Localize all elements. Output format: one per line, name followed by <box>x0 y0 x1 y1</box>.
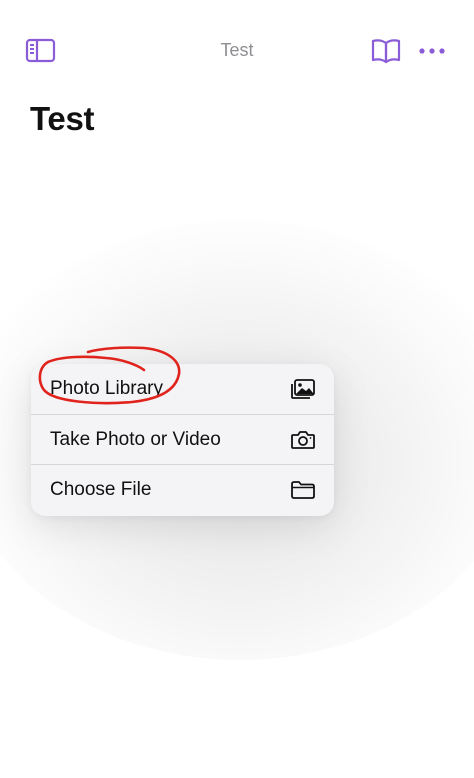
menu-item-label: Choose File <box>50 478 152 500</box>
ellipsis-icon <box>419 48 445 54</box>
menu-item-choose-file[interactable]: Choose File <box>31 464 334 514</box>
page-title: Test <box>30 100 95 137</box>
screen: Test Test Photo Library Take Photo or Vi… <box>0 0 474 778</box>
navigation-bar: Test <box>0 26 474 76</box>
more-options-button[interactable] <box>416 36 448 66</box>
menu-item-take-photo-or-video[interactable]: Take Photo or Video <box>31 414 334 464</box>
menu-item-photo-library[interactable]: Photo Library <box>31 364 334 414</box>
camera-icon <box>290 429 316 451</box>
attachment-menu: Photo Library Take Photo or Video Choose… <box>31 364 334 516</box>
menu-item-label: Photo Library <box>50 378 164 399</box>
menu-item-label: Take Photo or Video <box>50 428 221 450</box>
book-icon <box>371 39 401 64</box>
photo-library-icon <box>290 378 316 400</box>
reader-mode-button[interactable] <box>370 36 402 66</box>
nav-title: Test <box>220 40 254 60</box>
folder-icon <box>290 479 316 501</box>
